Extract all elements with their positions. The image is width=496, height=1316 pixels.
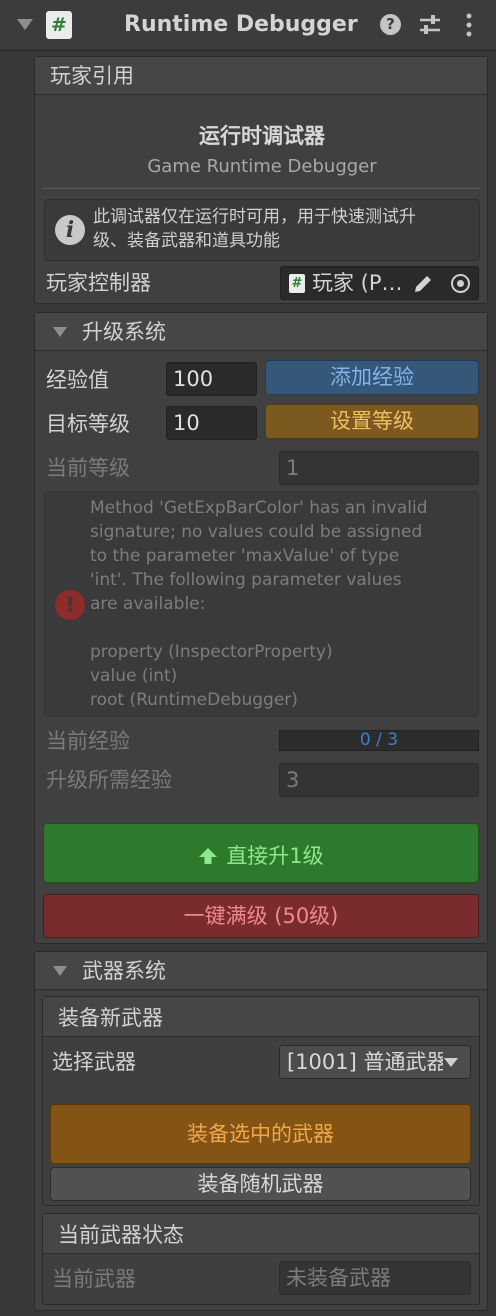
error-message-line: to the parameter 'maxValue' of type (90, 546, 400, 566)
debugger-subtitle: Game Runtime Debugger (147, 156, 377, 177)
weapon-system-foldout-icon[interactable] (53, 966, 67, 976)
player-reference-label: 玩家引用 (50, 64, 134, 88)
object-picker-icon[interactable] (451, 274, 470, 293)
player-controller-field[interactable]: # 玩家 (P… (280, 266, 479, 300)
exp-label: 经验值 (46, 368, 109, 392)
error-message-line: signature; no values could be assigned (90, 522, 423, 542)
player-controller-label: 玩家控制器 (46, 271, 151, 295)
equip-new-weapon-title: 装备新武器 (58, 1006, 163, 1030)
error-message: Method 'GetExpBarColor' has an invalid si… (90, 496, 475, 712)
chevron-down-icon (444, 1058, 458, 1067)
error-message-line: are available: (90, 594, 206, 614)
select-weapon-label: 选择武器 (52, 1050, 136, 1074)
info-line-2: 级、装备武器和道具功能 (93, 231, 280, 251)
error-message-line: Method 'GetExpBarColor' has an invalid (90, 498, 428, 518)
preset-sliders-icon[interactable] (418, 13, 442, 37)
error-message-line: root (RuntimeDebugger) (90, 690, 298, 710)
error-box: ! Method 'GetExpBarColor' has an invalid… (44, 491, 479, 717)
arrow-up-icon (199, 848, 218, 864)
current-exp-progress-bar: 0 / 3 (279, 730, 479, 751)
component-title[interactable]: Runtime Debugger (S (124, 11, 366, 39)
equip-selected-weapon-button[interactable]: 装备选中的武器 (50, 1104, 471, 1164)
player-controller-value: 玩家 (P… (312, 271, 403, 295)
current-exp-label: 当前经验 (46, 729, 130, 753)
title-separator (42, 188, 480, 189)
add-exp-button[interactable]: 添加经验 (265, 360, 479, 395)
weapon-status-title: 当前武器状态 (58, 1223, 184, 1247)
error-message-line: 'int'. The following parameter values (90, 570, 402, 590)
more-menu-icon[interactable] (464, 12, 474, 38)
inspector-component-header: # Runtime Debugger (S ? (0, 0, 496, 50)
target-level-label: 目标等级 (46, 412, 130, 436)
current-level-label: 当前等级 (46, 456, 130, 480)
weapon-dropdown[interactable]: [1001] 普通武器 (279, 1045, 471, 1079)
set-level-button[interactable]: 设置等级 (265, 404, 479, 439)
header-divider (0, 50, 496, 51)
error-message-line: property (InspectorProperty) (90, 642, 333, 662)
level-system-foldout-icon[interactable] (53, 327, 67, 337)
exp-input-value: 100 (173, 367, 214, 391)
current-level-field: 1 (279, 451, 479, 485)
target-level-input[interactable]: 10 (166, 406, 257, 440)
error-message-line (90, 616, 475, 640)
required-exp-field: 3 (279, 763, 479, 797)
current-level-value: 1 (286, 456, 300, 480)
pencil-icon[interactable] (411, 272, 435, 296)
script-icon: # (46, 11, 72, 39)
target-level-input-value: 10 (173, 411, 200, 435)
info-box: i 此调试器仅在运行时可用，用于快速测试升 级、装备武器和道具功能 (44, 199, 480, 261)
script-object-icon: # (289, 274, 305, 293)
debugger-title: 运行时调试器 (199, 124, 325, 148)
foldout-arrow-icon[interactable] (17, 19, 33, 30)
help-icon[interactable]: ? (380, 14, 401, 35)
required-exp-label: 升级所需经验 (46, 768, 172, 792)
current-exp-value: 0 / 3 (359, 731, 399, 750)
max-level-button[interactable]: 一键满级 (50级) (43, 894, 479, 938)
current-weapon-field: 未装备武器 (279, 1261, 471, 1295)
equip-random-weapon-button[interactable]: 装备随机武器 (50, 1167, 471, 1201)
current-weapon-value: 未装备武器 (286, 1266, 391, 1290)
weapon-system-title: 武器系统 (82, 959, 166, 983)
weapon-dropdown-value: [1001] 普通武器 (287, 1050, 443, 1074)
error-message-line: value (int) (90, 666, 178, 686)
required-exp-value: 3 (286, 768, 300, 792)
level-up-label: 直接升1级 (226, 844, 324, 868)
level-up-button[interactable]: 直接升1级 (43, 823, 479, 883)
current-weapon-label: 当前武器 (52, 1267, 136, 1291)
info-line-1: 此调试器仅在运行时可用，用于快速测试升 (93, 207, 416, 227)
exp-input[interactable]: 100 (166, 362, 257, 396)
info-icon: i (55, 215, 85, 245)
level-system-title: 升级系统 (82, 320, 166, 344)
error-icon: ! (55, 590, 85, 620)
